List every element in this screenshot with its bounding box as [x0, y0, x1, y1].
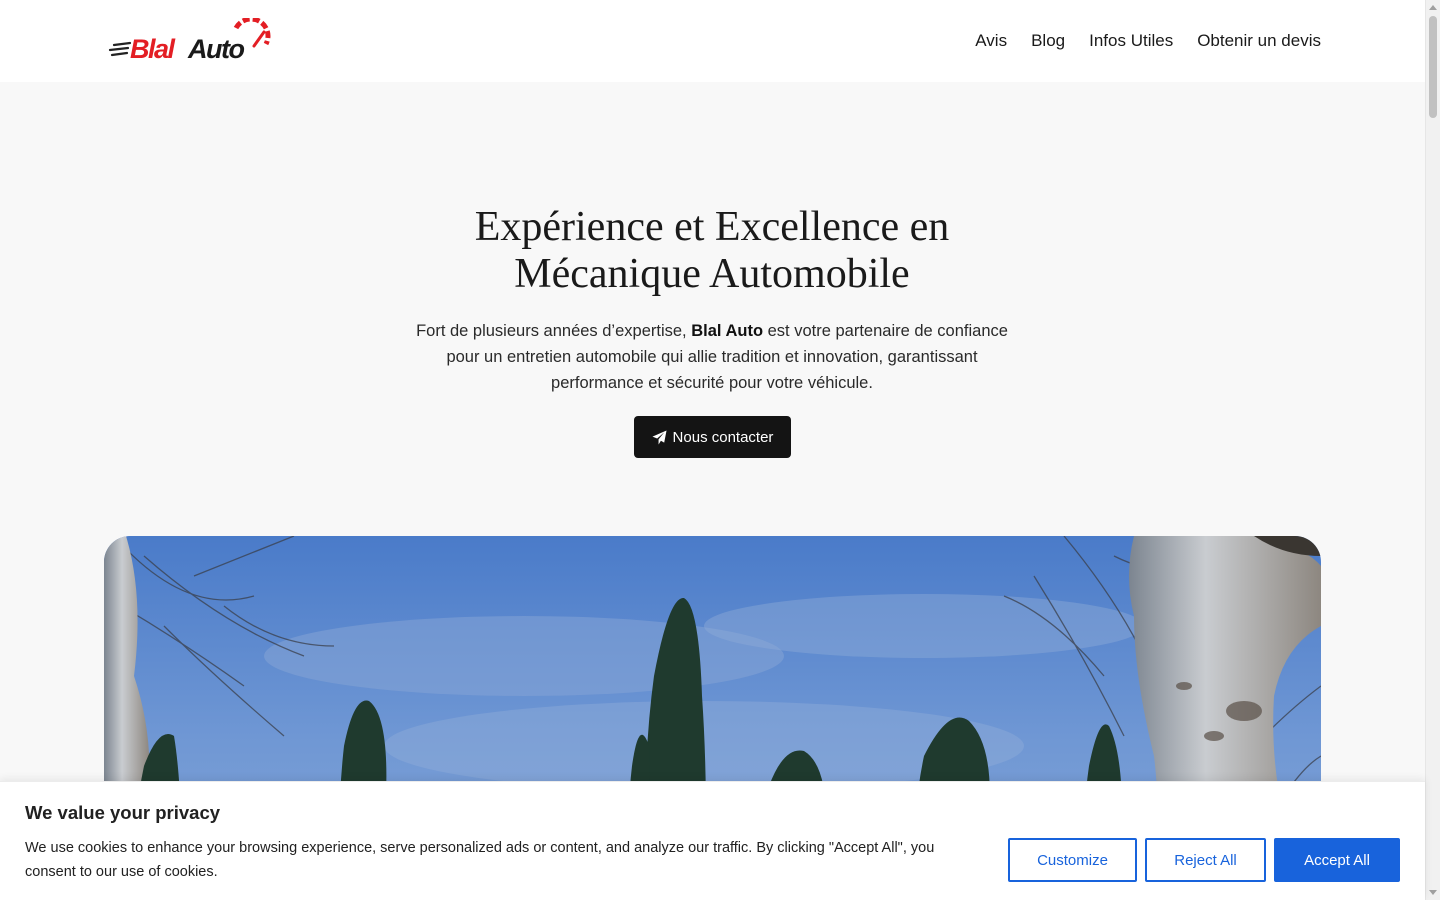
cookie-description: We use cookies to enhance your browsing …	[25, 840, 935, 880]
nav-item-avis[interactable]: Avis	[975, 30, 1007, 52]
cookie-title: We value your privacy	[25, 802, 221, 823]
contact-button[interactable]: Nous contacter	[634, 416, 791, 458]
paper-plane-icon	[652, 429, 667, 445]
customize-button[interactable]: Customize	[1008, 838, 1137, 882]
nav-item-obtenir-un-devis[interactable]: Obtenir un devis	[1197, 30, 1321, 52]
site-header: Blal Auto Avis Blog Infos Utiles Obtenir…	[0, 0, 1425, 82]
page-scrollbar[interactable]	[1425, 0, 1440, 900]
blal-auto-logo[interactable]: Blal Auto	[108, 16, 272, 64]
scrollbar-thumb[interactable]	[1429, 16, 1437, 118]
hero-text-brand: Blal Auto	[691, 322, 764, 340]
hero-title-line2: Mécanique Automobile	[514, 251, 910, 297]
svg-text:Blal: Blal	[130, 34, 176, 62]
contact-button-label: Nous contacter	[672, 428, 774, 446]
hero-description: Fort de plusieurs années d’expertise, Bl…	[412, 318, 1012, 396]
scroll-down-arrow-icon[interactable]	[1429, 890, 1437, 895]
nav-item-blog[interactable]: Blog	[1031, 30, 1065, 52]
reject-all-button[interactable]: Reject All	[1145, 838, 1266, 882]
cookie-consent-banner: We value your privacy We use cookies to …	[0, 781, 1425, 900]
page: Blal Auto Avis Blog Infos Utiles Obtenir…	[0, 0, 1425, 900]
hero-text-before: Fort de plusieurs années d’expertise,	[416, 322, 692, 340]
main-nav: Avis Blog Infos Utiles Obtenir un devis	[975, 30, 1321, 52]
accept-all-button[interactable]: Accept All	[1274, 838, 1400, 882]
nav-item-infos-utiles[interactable]: Infos Utiles	[1089, 30, 1173, 52]
svg-text:Auto: Auto	[187, 34, 244, 62]
scroll-up-arrow-icon[interactable]	[1429, 5, 1437, 10]
hero-title-line1: Expérience et Excellence en	[474, 204, 950, 250]
hero-title: Expérience et Excellence en Mécanique Au…	[412, 204, 1012, 298]
